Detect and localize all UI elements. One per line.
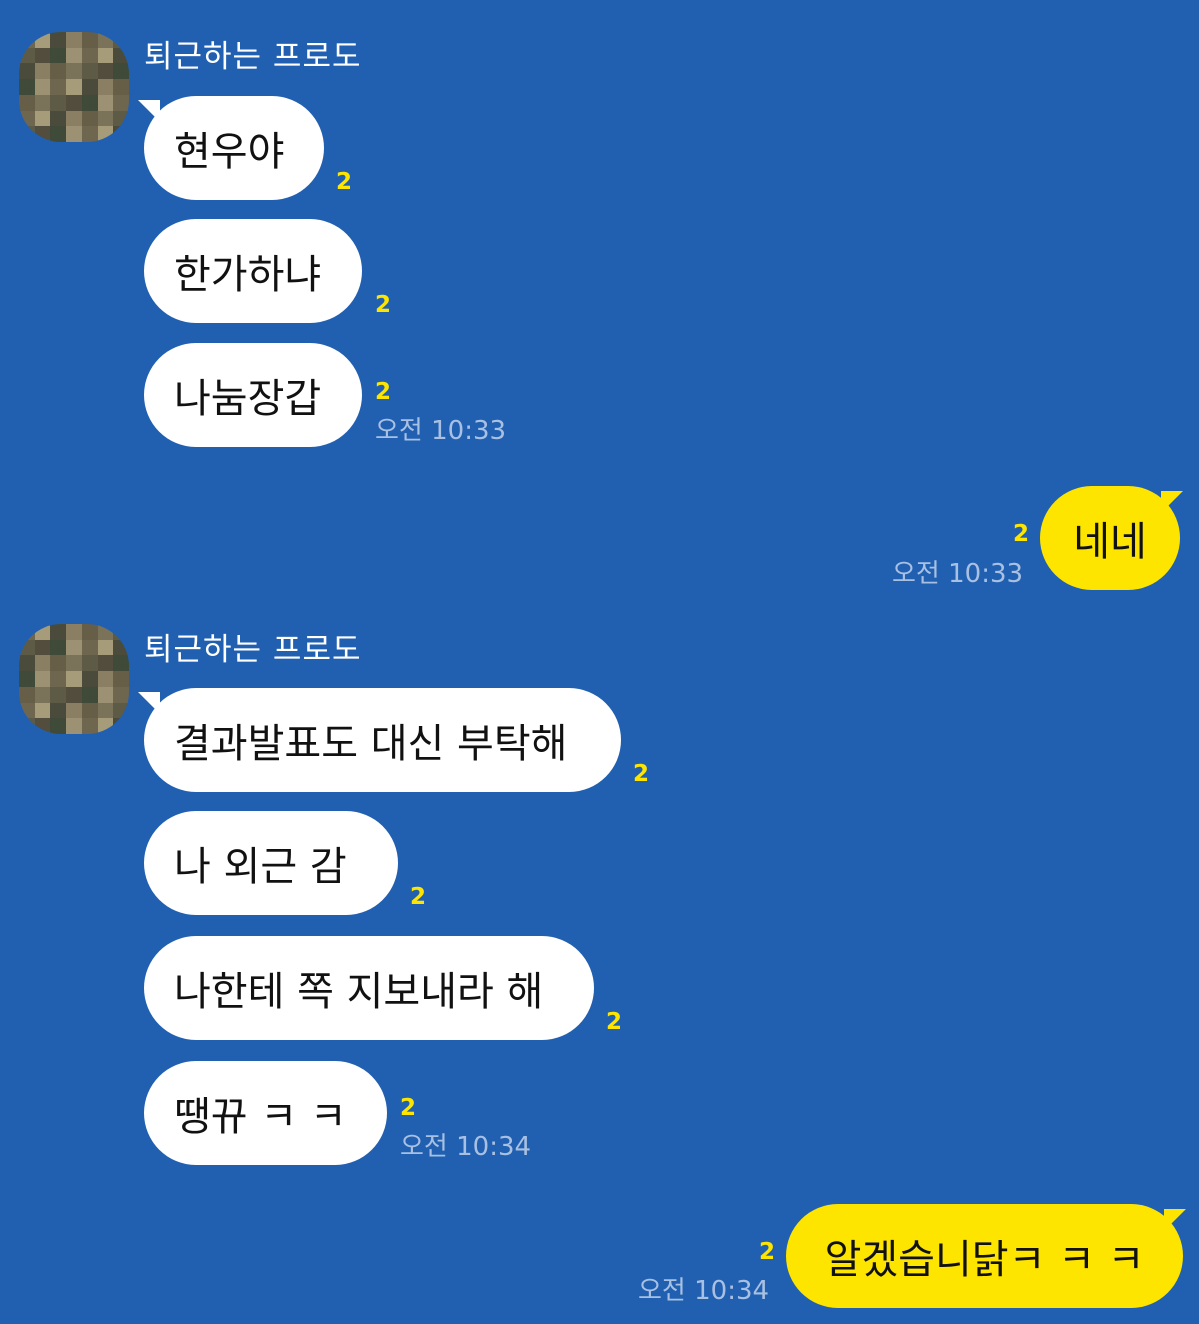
unread-count: 2 [410, 884, 427, 910]
unread-count: 2 [400, 1095, 417, 1121]
unread-count: 2 [375, 292, 392, 318]
unread-count: 2 [375, 379, 392, 405]
message-bubble[interactable]: 나한테 쪽 지보내라 해 [144, 936, 594, 1040]
message-timestamp: 오전 10:33 [892, 559, 1024, 589]
unread-count: 2 [336, 169, 353, 195]
message-bubble[interactable]: 결과발표도 대신 부탁해 [144, 688, 621, 792]
sender-name: 퇴근하는 프로도 [144, 39, 362, 75]
message-bubble[interactable]: 나 외근 감 [144, 811, 398, 915]
message-bubble[interactable]: 나눔장갑 [144, 343, 362, 447]
message-text: 현우야 [174, 129, 285, 175]
unread-count: 2 [759, 1239, 776, 1265]
message-text: 나눔장갑 [174, 376, 322, 422]
message-timestamp: 오전 10:33 [375, 416, 507, 446]
message-timestamp: 오전 10:34 [638, 1276, 770, 1306]
sender-name: 퇴근하는 프로도 [144, 632, 362, 668]
message-text: 나한테 쪽 지보내라 해 [174, 969, 544, 1015]
message-bubble[interactable]: 알겠습니닭ㅋ ㅋ ㅋ [786, 1204, 1183, 1308]
message-text: 한가하냐 [174, 252, 322, 298]
message-bubble[interactable]: 현우야 [144, 96, 324, 200]
sender-avatar[interactable] [19, 624, 129, 734]
message-bubble[interactable]: 한가하냐 [144, 219, 362, 323]
message-bubble[interactable]: 네네 [1040, 486, 1180, 590]
message-text: 결과발표도 대신 부탁해 [174, 721, 568, 767]
message-text: 네네 [1073, 519, 1147, 565]
sender-avatar[interactable] [19, 32, 129, 142]
message-text: 땡뀨 ㅋ ㅋ [174, 1094, 347, 1140]
message-bubble[interactable]: 땡뀨 ㅋ ㅋ [144, 1061, 387, 1165]
message-timestamp: 오전 10:34 [400, 1132, 532, 1162]
unread-count: 2 [633, 761, 650, 787]
message-text: 나 외근 감 [174, 844, 347, 890]
message-text: 알겠습니닭ㅋ ㅋ ㅋ [824, 1237, 1145, 1283]
unread-count: 2 [1013, 521, 1030, 547]
unread-count: 2 [606, 1009, 623, 1035]
